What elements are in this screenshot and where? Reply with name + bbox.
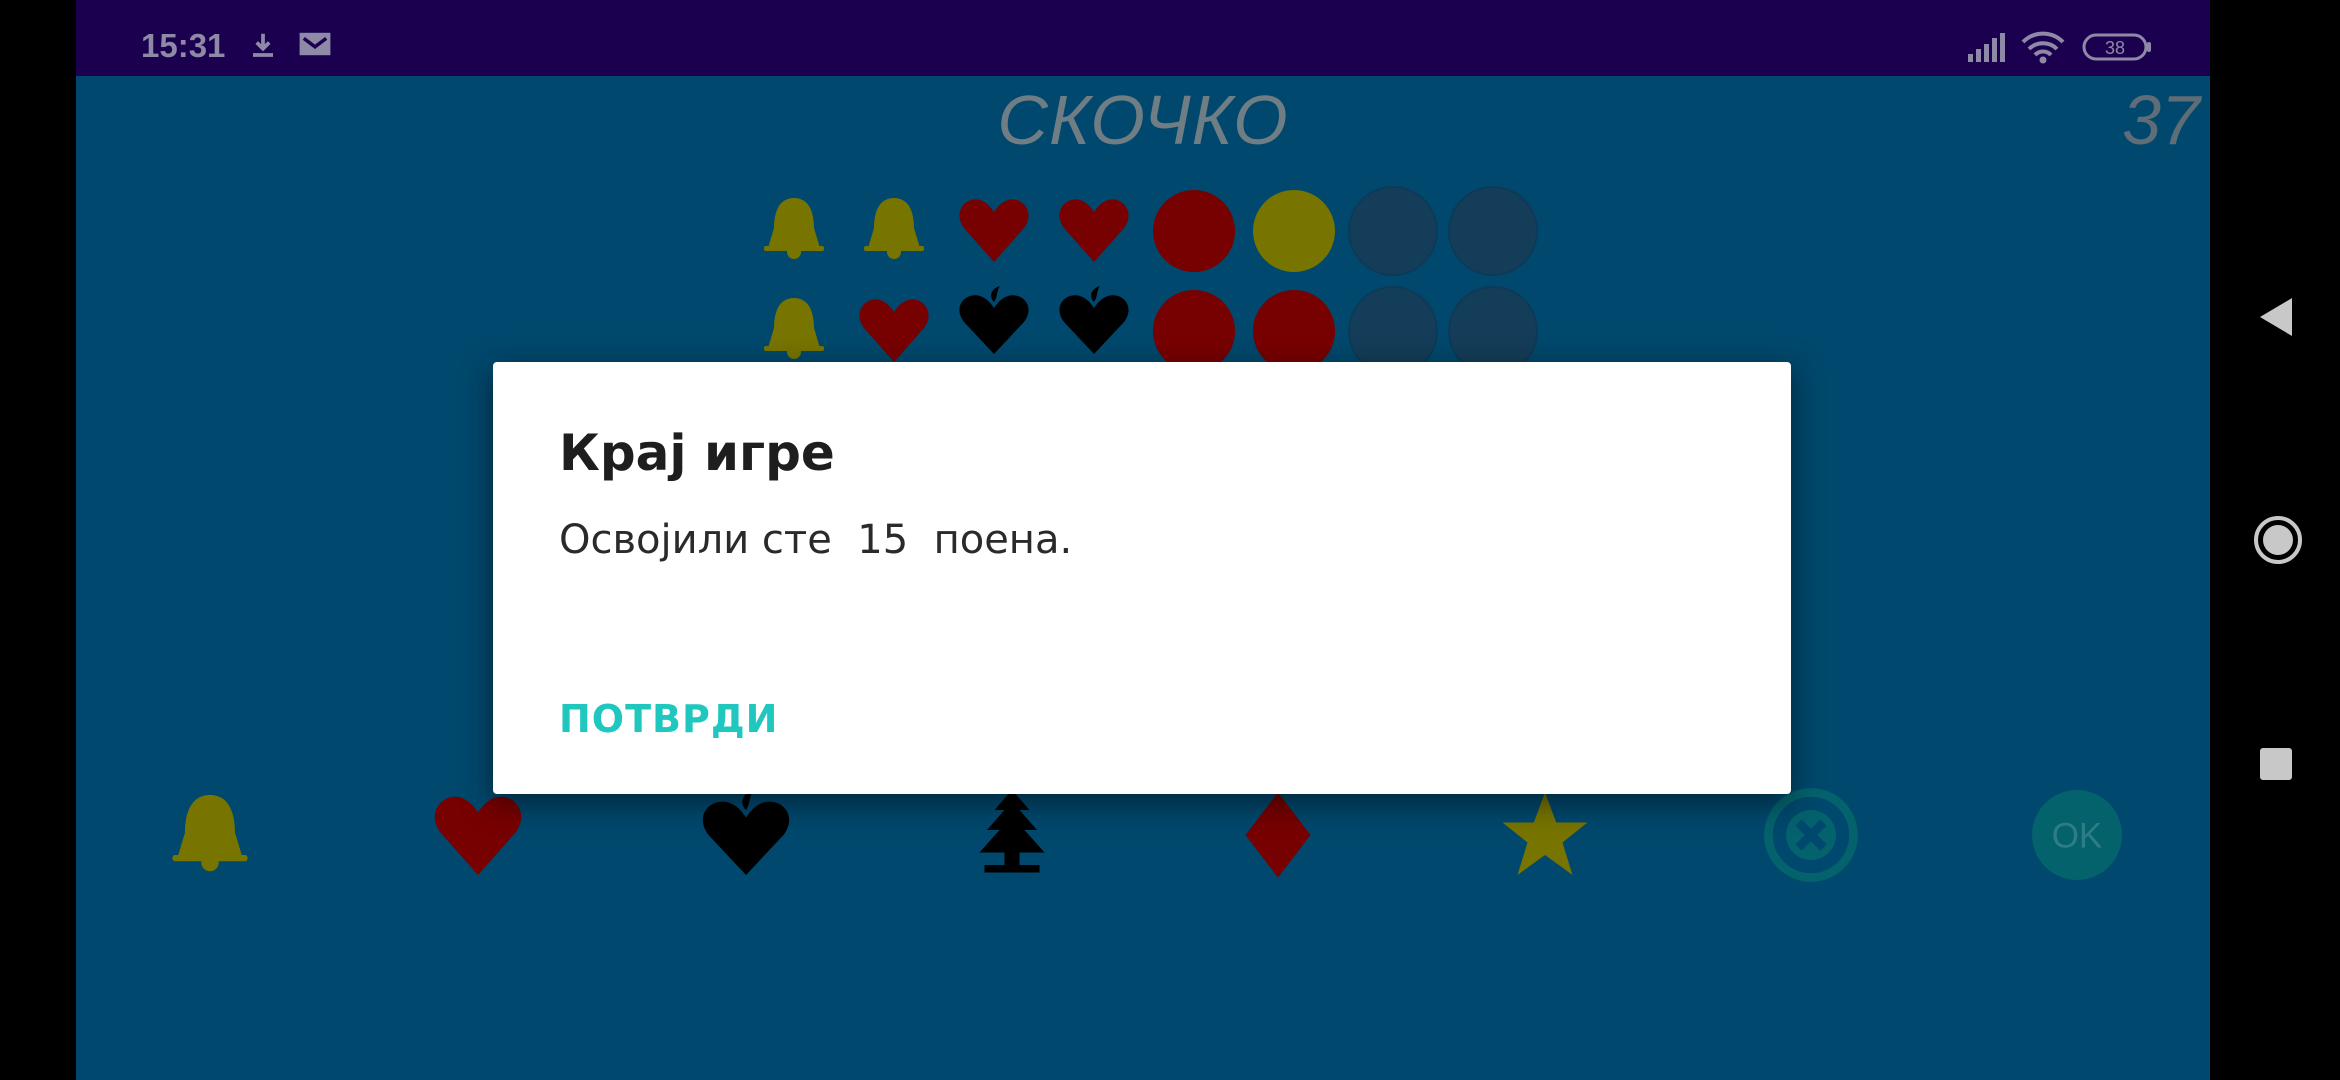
game-over-dialog: Крај игре Освојили сте 15 поена. ПОТВРДИ [493, 362, 1791, 794]
recents-icon[interactable] [2259, 747, 2293, 785]
dialog-message: Освојили сте 15 поена. [559, 517, 1073, 563]
confirm-button[interactable]: ПОТВРДИ [559, 697, 779, 741]
home-icon[interactable] [2252, 514, 2304, 570]
dialog-title: Крај игре [559, 424, 835, 482]
app-screen: 15:31 38 СКОЧКО 37 OK Крај игре Освојили… [76, 0, 2210, 1080]
back-icon[interactable] [2256, 296, 2296, 342]
navigation-bar [2210, 0, 2340, 1080]
